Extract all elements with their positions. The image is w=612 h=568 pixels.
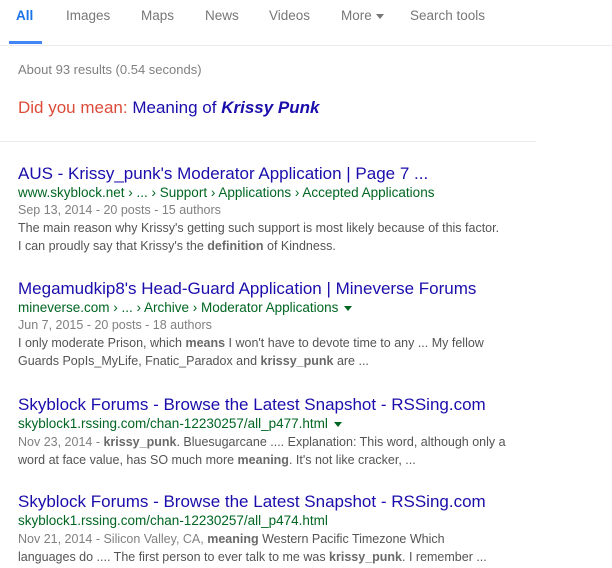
result-meta: Sep 13, 2014 - 20 posts - 15 authors [18, 203, 221, 217]
result-url-text: mineverse.com › ... › Archive › Moderato… [18, 300, 339, 315]
result-meta: Nov 21, 2014 - Silicon Valley, CA, [18, 532, 208, 546]
spelling-suggestion-link[interactable]: Meaning of Krissy Punk [132, 98, 319, 117]
result-url-text: www.skyblock.net › ... › Support › Appli… [18, 185, 435, 200]
result-snippet: I only moderate Prison, which means I wo… [18, 334, 538, 370]
result-title-link[interactable]: AUS - Krissy_punk's Moderator Applicatio… [18, 164, 428, 184]
search-result: Skyblock Forums - Browse the Latest Snap… [18, 395, 538, 469]
snippet-text: I only moderate Prison, which [18, 336, 186, 350]
result-url: skyblock1.rssing.com/chan-12230257/all_p… [18, 415, 538, 433]
snippet-text: I won't have to devote time to any ... M… [225, 336, 484, 350]
tab-more-label: More [341, 8, 372, 23]
url-dropdown-arrow-icon[interactable] [344, 305, 353, 311]
tab-more[interactable]: More [341, 8, 384, 23]
result-url: skyblock1.rssing.com/chan-12230257/all_p… [18, 512, 538, 530]
snippet-text: of Kindness. [263, 239, 336, 253]
tab-maps[interactable]: Maps [141, 8, 174, 23]
snippet-text: Western Pacific Timezone Which [258, 532, 445, 546]
result-title-link[interactable]: Skyblock Forums - Browse the Latest Snap… [18, 395, 486, 415]
tab-news[interactable]: News [205, 8, 239, 23]
result-url-text: skyblock1.rssing.com/chan-12230257/all_p… [18, 416, 328, 431]
result-snippet: Nov 21, 2014 - Silicon Valley, CA, meani… [18, 530, 538, 566]
tab-videos[interactable]: Videos [269, 8, 310, 23]
snippet-text: languages do .... The first person to ev… [18, 550, 330, 564]
did-you-mean: Did you mean: Meaning of Krissy Punk [18, 98, 319, 118]
snippet-highlight: krissy_punk [329, 550, 403, 564]
divider [0, 141, 536, 142]
snippet-line: The main reason why Krissy's getting suc… [18, 221, 500, 235]
snippet-highlight: krissy_punk [103, 435, 177, 449]
result-url: www.skyblock.net › ... › Support › Appli… [18, 184, 538, 202]
result-snippet: Nov 23, 2014 - krissy_punk. Bluesugarcan… [18, 433, 538, 469]
suggestion-bold-text: Krissy Punk [221, 98, 320, 117]
search-result: Megamudkip8's Head-Guard Application | M… [18, 279, 538, 370]
snippet-highlight: definition [207, 239, 264, 253]
snippet-text: are ... [333, 354, 369, 368]
result-url-text: skyblock1.rssing.com/chan-12230257/all_p… [18, 513, 328, 528]
result-meta: Jun 7, 2015 - 20 posts - 18 authors [18, 318, 212, 332]
result-snippet: The main reason why Krissy's getting suc… [18, 219, 538, 255]
snippet-highlight: meaning [237, 453, 289, 467]
search-result: AUS - Krissy_punk's Moderator Applicatio… [18, 164, 538, 255]
snippet-text: . It's not like cracker, ... [288, 453, 416, 467]
tab-all[interactable]: All [16, 8, 33, 23]
suggestion-plain-text: Meaning of [132, 98, 217, 117]
snippet-text: . I remember ... [402, 550, 487, 564]
snippet-text: I can proudly say that Krissy's the [18, 239, 208, 253]
result-title-link[interactable]: Skyblock Forums - Browse the Latest Snap… [18, 492, 486, 512]
active-tab-indicator [9, 41, 42, 44]
search-tabs-bar: All Images Maps News Videos More Search … [0, 0, 612, 46]
snippet-highlight: meaning [207, 532, 259, 546]
snippet-text: word at face value, has SO much more [18, 453, 238, 467]
did-you-mean-label: Did you mean: [18, 98, 128, 117]
snippet-highlight: means [185, 336, 226, 350]
tab-images[interactable]: Images [66, 8, 110, 23]
result-url: mineverse.com › ... › Archive › Moderato… [18, 299, 538, 317]
search-result: Skyblock Forums - Browse the Latest Snap… [18, 492, 538, 566]
snippet-text: Guards PopIs_MyLife, Fnatic_Paradox and [18, 354, 261, 368]
url-dropdown-arrow-icon[interactable] [333, 421, 342, 427]
snippet-text: . Bluesugarcane .... Explanation: This w… [176, 435, 506, 449]
caret-down-icon [375, 13, 384, 19]
search-tools-button[interactable]: Search tools [410, 8, 485, 23]
snippet-highlight: krissy_punk [260, 354, 334, 368]
result-meta: Nov 23, 2014 - [18, 435, 104, 449]
result-stats: About 93 results (0.54 seconds) [18, 62, 202, 77]
result-title-link[interactable]: Megamudkip8's Head-Guard Application | M… [18, 279, 476, 299]
